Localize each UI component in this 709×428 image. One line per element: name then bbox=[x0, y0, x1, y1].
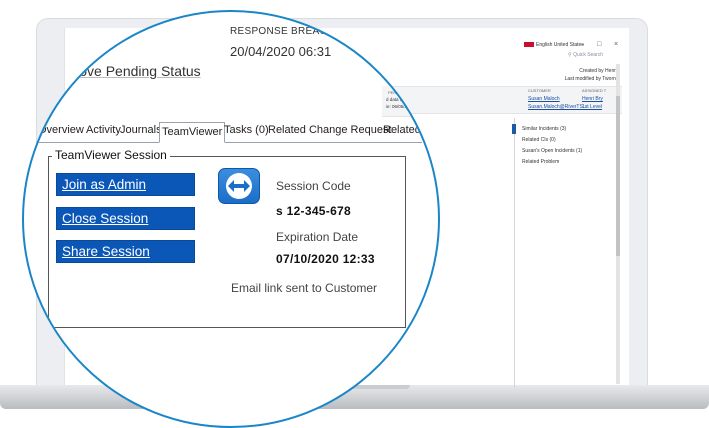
assigned-group-link[interactable]: 1st Level bbox=[582, 104, 602, 110]
related-similar-incidents[interactable]: Similar Incidents (3) bbox=[522, 126, 566, 132]
tab-journals[interactable]: Journals bbox=[120, 124, 162, 136]
tab-tasks[interactable]: Tasks (0) bbox=[224, 124, 269, 136]
tab-related[interactable]: Related bbox=[383, 124, 421, 136]
maximize-button[interactable]: □ bbox=[597, 41, 601, 48]
back-chevron-icon[interactable]: g bbox=[90, 48, 96, 60]
related-cis[interactable]: Related CIs (0) bbox=[522, 137, 556, 143]
flag-icon bbox=[524, 42, 534, 48]
last-modified-text: Last modified by Tworni bbox=[564, 76, 617, 82]
alert-dot-icon bbox=[92, 36, 100, 44]
close-button[interactable]: × bbox=[614, 41, 618, 48]
pending-reason-value: d data from Customer bbox=[386, 97, 430, 102]
tab-teamviewer[interactable]: TeamViewer bbox=[159, 122, 226, 143]
created-by-text: Created by Henri bbox=[579, 68, 617, 74]
tab-activity[interactable]: Activity bbox=[86, 124, 121, 136]
quick-search-input[interactable]: ⚲ Quick Search bbox=[568, 52, 603, 58]
share-session-button[interactable]: Share Session bbox=[56, 240, 195, 263]
related-open-incidents[interactable]: Susan's Open Incidents (1) bbox=[522, 148, 582, 154]
grid-header-pending-reason: PENDING REASON bbox=[388, 90, 425, 95]
language-selector[interactable]: English United States bbox=[524, 42, 584, 48]
grid-header-assigned: ASSIGNED T bbox=[582, 88, 607, 93]
tab-overview[interactable]: Overview bbox=[38, 124, 84, 136]
minimize-button[interactable]: – bbox=[580, 41, 584, 48]
related-problem[interactable]: Related Problem bbox=[522, 159, 559, 165]
session-code-value: s 12-345-678 bbox=[276, 204, 351, 218]
status-action-link[interactable]: t: Remove Pending Status bbox=[38, 63, 201, 79]
collapse-panel-toggle[interactable] bbox=[512, 124, 516, 134]
join-as-admin-button[interactable]: Join as Admin bbox=[56, 173, 195, 196]
email-sent-notice: Email link sent to Customer bbox=[231, 281, 378, 295]
pending-date-value: ie: 06/05/2020 bbox=[386, 104, 415, 109]
scrollbar-thumb[interactable] bbox=[616, 96, 620, 256]
magnified-content: RESPONSE BREACHED 20/04/2020 06:31 g t: … bbox=[24, 12, 438, 411]
close-session-button[interactable]: Close Session bbox=[56, 207, 195, 230]
response-status: RESPONSE BREACHED bbox=[230, 26, 350, 37]
customer-name-link[interactable]: Susan Maloch bbox=[528, 96, 560, 102]
teamviewer-logo-icon bbox=[218, 168, 260, 204]
magnifier-circle: RESPONSE BREACHED 20/04/2020 06:31 g t: … bbox=[22, 10, 440, 428]
panel-divider bbox=[514, 118, 515, 388]
tab-bar: Overview Activity Journals TeamViewer Ta… bbox=[24, 122, 422, 143]
session-code-label: Session Code bbox=[276, 179, 351, 193]
expiration-date-value: 07/10/2020 12:33 bbox=[276, 252, 375, 266]
response-date: 20/04/2020 06:31 bbox=[230, 44, 332, 59]
tab-related-change-request[interactable]: Related Change Request bbox=[268, 124, 392, 136]
assigned-to-link[interactable]: Henri Bry bbox=[582, 96, 603, 102]
expiration-date-label: Expiration Date bbox=[276, 230, 359, 244]
grid-header-customer: CUSTOMER bbox=[528, 88, 551, 93]
session-panel-legend: TeamViewer Session bbox=[52, 148, 170, 162]
customer-email-link[interactable]: Susan.Maloch@RiverTS... bbox=[528, 104, 587, 110]
